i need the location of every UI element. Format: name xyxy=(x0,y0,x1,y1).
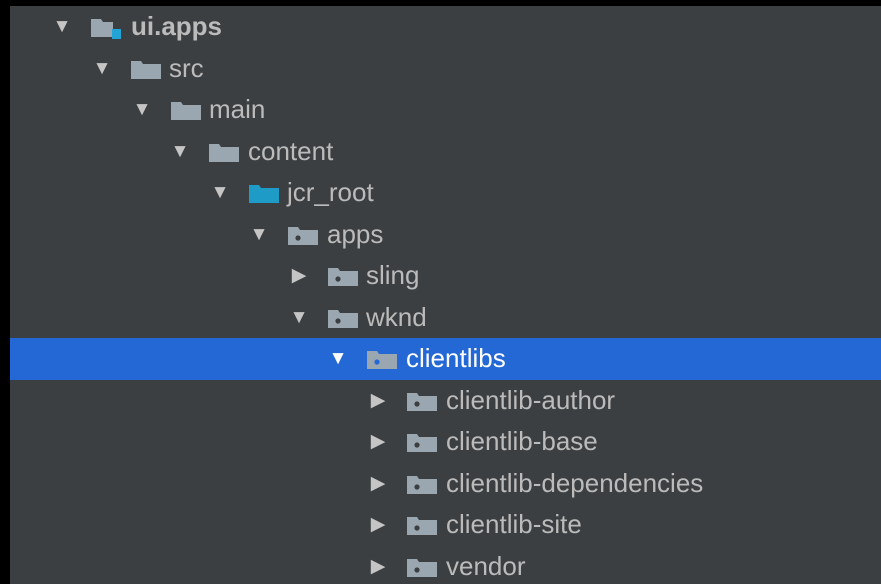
collapse-arrow-icon[interactable]: ▶ xyxy=(366,380,390,422)
package-folder-icon xyxy=(406,556,438,580)
expand-arrow-icon[interactable]: ▼ xyxy=(287,297,311,339)
node-label: apps xyxy=(327,218,384,249)
package-folder-icon xyxy=(327,307,359,331)
node-label: sling xyxy=(366,260,420,290)
node-label: clientlib-site xyxy=(446,509,582,539)
tree-node-ui-apps[interactable]: ▼ ui.apps xyxy=(10,6,881,48)
tree-node-sling[interactable]: ▶ sling xyxy=(10,255,881,297)
node-label: clientlib-author xyxy=(446,384,616,415)
expand-arrow-icon[interactable]: ▼ xyxy=(168,131,192,173)
tree-node-vendor[interactable]: ▶ vendor xyxy=(10,546,881,584)
node-label: wknd xyxy=(366,301,427,332)
package-folder-icon xyxy=(327,265,359,289)
package-folder-icon xyxy=(406,390,438,414)
folder-icon xyxy=(130,58,162,82)
tree-node-content[interactable]: ▼ content xyxy=(10,131,881,173)
tree-node-jcr-root[interactable]: ▼ jcr_root xyxy=(10,172,881,214)
tree-node-apps[interactable]: ▼ apps xyxy=(10,214,881,256)
package-folder-icon xyxy=(366,348,398,372)
collapse-arrow-icon[interactable]: ▶ xyxy=(366,463,390,505)
package-folder-icon xyxy=(406,473,438,497)
source-root-folder-icon xyxy=(248,182,280,206)
node-label: clientlib-dependencies xyxy=(446,467,704,498)
tree-node-clientlibs[interactable]: ▼ clientlibs xyxy=(10,338,881,380)
package-folder-icon xyxy=(406,514,438,538)
folder-icon xyxy=(170,99,202,123)
node-label: vendor xyxy=(446,550,526,581)
collapse-arrow-icon[interactable]: ▶ xyxy=(366,504,390,546)
expand-arrow-icon[interactable]: ▼ xyxy=(326,338,350,380)
collapse-arrow-icon[interactable]: ▶ xyxy=(366,546,390,584)
node-label: ui.apps xyxy=(131,11,223,41)
expand-arrow-icon[interactable]: ▼ xyxy=(247,214,271,256)
package-folder-icon xyxy=(406,431,438,455)
expand-arrow-icon[interactable]: ▼ xyxy=(90,48,114,90)
tree-node-src[interactable]: ▼ src xyxy=(10,48,881,90)
tree-node-clientlib-site[interactable]: ▶ clientlib-site xyxy=(10,504,881,546)
project-tree-panel: ▼ ui.apps ▼ src ▼ main ▼ content ▼ jcr_r… xyxy=(10,6,881,584)
node-label: jcr_root xyxy=(287,177,374,207)
expand-arrow-icon[interactable]: ▼ xyxy=(208,172,232,214)
package-folder-icon xyxy=(287,224,319,248)
tree-node-clientlib-dependencies[interactable]: ▶ clientlib-dependencies xyxy=(10,463,881,505)
expand-arrow-icon[interactable]: ▼ xyxy=(50,6,74,48)
tree-node-main[interactable]: ▼ main xyxy=(10,89,881,131)
tree-node-clientlib-author[interactable]: ▶ clientlib-author xyxy=(10,380,881,422)
node-label: src xyxy=(169,52,204,83)
node-label: content xyxy=(248,135,334,166)
expand-arrow-icon[interactable]: ▼ xyxy=(130,89,154,131)
node-label: clientlibs xyxy=(406,343,506,373)
node-label: clientlib-base xyxy=(446,426,598,456)
folder-icon xyxy=(208,141,240,165)
collapse-arrow-icon[interactable]: ▶ xyxy=(366,421,390,463)
tree-node-clientlib-base[interactable]: ▶ clientlib-base xyxy=(10,421,881,463)
node-label: main xyxy=(209,94,266,124)
collapse-arrow-icon[interactable]: ▶ xyxy=(287,255,311,297)
tree-node-wknd[interactable]: ▼ wknd xyxy=(10,297,881,339)
module-folder-icon xyxy=(90,16,122,40)
